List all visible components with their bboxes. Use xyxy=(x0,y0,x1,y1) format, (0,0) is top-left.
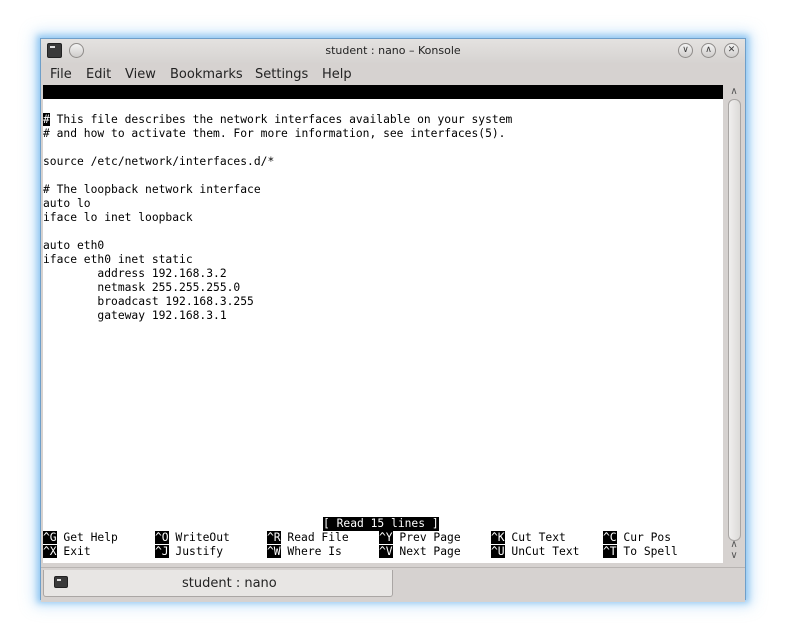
file-line: gateway 192.168.3.1 xyxy=(43,309,227,322)
shortcut-to-spell: ^T To Spell xyxy=(603,545,678,559)
shortcut-key: ^C xyxy=(603,531,617,544)
shortcut-label: Prev Page xyxy=(392,531,461,544)
shortcut-label: Cur Pos xyxy=(616,531,672,544)
shortcut-cur-pos: ^C Cur Pos xyxy=(603,531,671,545)
file-line: iface lo inet loopback xyxy=(43,211,193,224)
shortcut-label: To Spell xyxy=(616,545,678,558)
session-tab-label: student : nano xyxy=(182,576,277,591)
shortcut-justify: ^J Justify xyxy=(155,545,223,559)
window-title: student : nano – Konsole xyxy=(325,44,461,57)
file-line: broadcast 192.168.3.255 xyxy=(43,295,254,308)
menu-edit[interactable]: Edit xyxy=(86,67,111,82)
shortcut-read-file: ^R Read File xyxy=(267,531,349,545)
shortcut-label: WriteOut xyxy=(168,531,230,544)
shortcut-key: ^Y xyxy=(379,531,393,544)
shortcut-label: Where Is xyxy=(280,545,342,558)
file-line: auto eth0 xyxy=(43,239,105,252)
shortcut-label: Justify xyxy=(168,545,224,558)
shortcut-get-help: ^G Get Help xyxy=(43,531,118,545)
text-cursor: # xyxy=(43,113,50,126)
minimize-button[interactable]: ∨ xyxy=(678,43,693,58)
shortcut-label: Exit xyxy=(56,545,91,558)
menu-settings[interactable]: Settings xyxy=(255,67,308,82)
menu-bookmarks[interactable]: Bookmarks xyxy=(170,67,243,82)
shortcut-key: ^T xyxy=(603,545,617,558)
menu-view[interactable]: View xyxy=(125,67,156,82)
shortcut-exit: ^X Exit xyxy=(43,545,91,559)
shortcut-key: ^K xyxy=(491,531,505,544)
file-line: iface eth0 inet static xyxy=(43,253,193,266)
shortcut-where-is: ^W Where Is xyxy=(267,545,342,559)
scroll-down-icon[interactable]: ∨ xyxy=(728,550,740,562)
shortcut-writeout: ^O WriteOut xyxy=(155,531,230,545)
shortcut-label: Next Page xyxy=(392,545,461,558)
shortcut-key: ^O xyxy=(155,531,169,544)
shortcut-key: ^R xyxy=(267,531,281,544)
file-line: netmask 255.255.255.0 xyxy=(43,281,241,294)
vertical-scrollbar[interactable]: ∧ ∧ ∨ xyxy=(725,85,743,563)
terminal-tab-icon xyxy=(54,576,68,588)
tab-bar: student : nano xyxy=(41,567,745,602)
title-bar[interactable]: student : nano – Konsole ∨ ∧ ✕ xyxy=(41,39,745,63)
shortcut-label: Get Help xyxy=(56,531,118,544)
close-button[interactable]: ✕ xyxy=(724,43,739,58)
menu-file[interactable]: File xyxy=(50,67,72,82)
shortcut-key: ^G xyxy=(43,531,57,544)
shortcut-key: ^V xyxy=(379,545,393,558)
nano-header-bar: GNU nano 2.2.6 File: /etc/network/interf… xyxy=(43,85,723,126)
scroll-up-icon[interactable]: ∧ xyxy=(728,86,740,98)
shortcut-label: Cut Text xyxy=(504,531,566,544)
shortcut-key: ^W xyxy=(267,545,281,558)
menu-help[interactable]: Help xyxy=(322,67,352,82)
menu-bar: File Edit View Bookmarks Settings Help xyxy=(41,63,745,85)
shortcut-next-page: ^V Next Page xyxy=(379,545,461,559)
file-line-text: This file describes the network interfac… xyxy=(49,113,513,126)
shortcut-uncut-text: ^U UnCut Text xyxy=(491,545,579,559)
maximize-button[interactable]: ∧ xyxy=(701,43,716,58)
file-line: source /etc/network/interfaces.d/* xyxy=(43,155,275,168)
session-tab[interactable]: student : nano xyxy=(43,570,393,597)
nano-version: GNU nano 2.2.6 xyxy=(57,99,153,112)
nano-status-message: [ Read 15 lines ] xyxy=(323,517,439,531)
file-line: # This file describes the network interf… xyxy=(43,113,512,127)
shortcut-prev-page: ^Y Prev Page xyxy=(379,531,461,545)
shortcut-key: ^U xyxy=(491,545,505,558)
shortcut-label: Read File xyxy=(280,531,349,544)
konsole-window: student : nano – Konsole ∨ ∧ ✕ File Edit… xyxy=(40,38,746,602)
scrollbar-slider[interactable] xyxy=(728,99,741,541)
file-line: auto lo xyxy=(43,197,91,210)
shortcut-key: ^J xyxy=(155,545,169,558)
terminal-area[interactable]: GNU nano 2.2.6 File: /etc/network/interf… xyxy=(43,85,723,563)
file-line: address 192.168.3.2 xyxy=(43,267,227,280)
file-line: # The loopback network interface xyxy=(43,183,261,196)
file-line: # and how to activate them. For more inf… xyxy=(43,127,506,140)
shortcut-cut-text: ^K Cut Text xyxy=(491,531,566,545)
shortcut-key: ^X xyxy=(43,545,57,558)
shortcut-label: UnCut Text xyxy=(504,545,580,558)
